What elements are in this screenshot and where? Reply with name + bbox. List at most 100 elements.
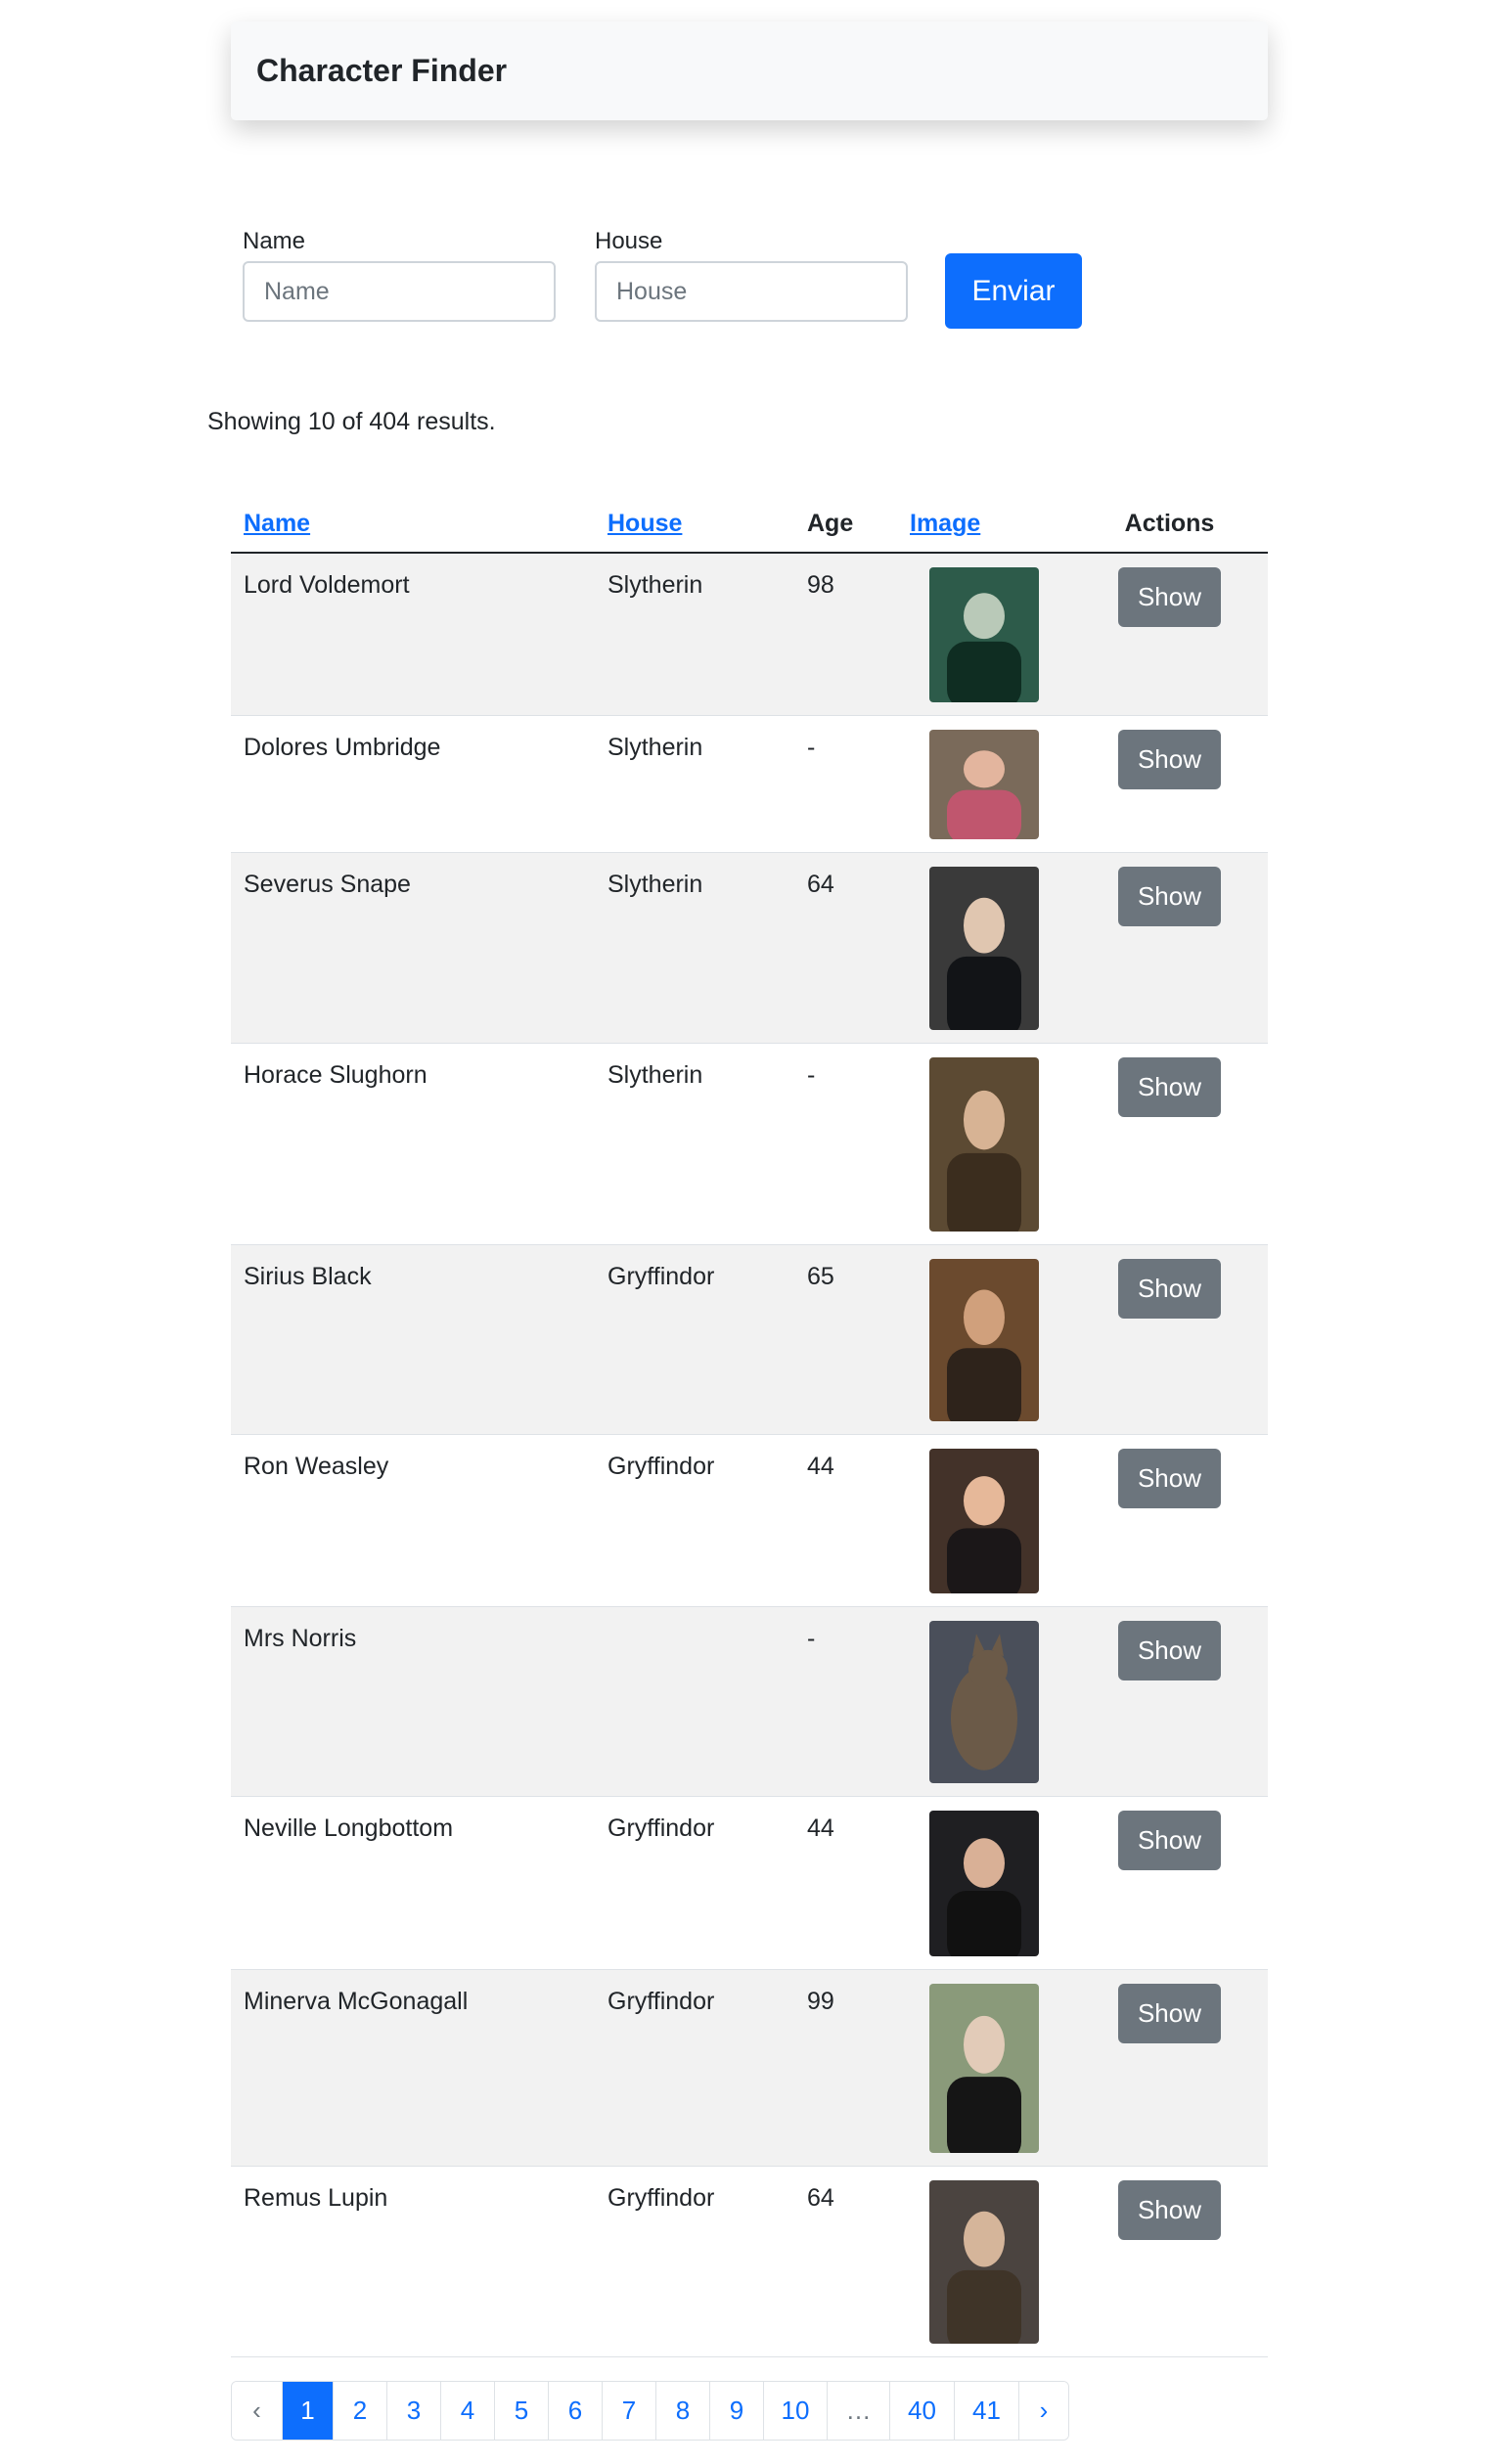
image-cell <box>897 1969 1071 2167</box>
page-link-40[interactable]: 40 <box>889 2382 954 2440</box>
page-link-2[interactable]: 2 <box>333 2382 386 2440</box>
character-house: Slytherin <box>595 1043 794 1245</box>
character-house: Gryffindor <box>595 2166 794 2357</box>
actions-cell: Show <box>1071 1606 1268 1797</box>
character-name: Severus Snape <box>231 852 595 1044</box>
character-portrait-icon <box>929 1810 1039 1956</box>
character-age: 44 <box>794 1796 897 1970</box>
pagination: ‹ 1 2 3 4 5 6 7 8 9 10… 40 41 › <box>231 2381 1069 2441</box>
character-name: Ron Weasley <box>231 1434 595 1607</box>
column-header-image: Image <box>897 496 1071 554</box>
actions-cell: Show <box>1071 1043 1268 1245</box>
table-row: Sirius Black Gryffindor 65 Show <box>231 1244 1268 1435</box>
character-age: 64 <box>794 852 897 1044</box>
character-portrait-icon <box>929 1056 1039 1232</box>
column-header-name: Name <box>231 496 595 554</box>
actions-cell: Show <box>1071 1969 1268 2167</box>
character-name: Sirius Black <box>231 1244 595 1435</box>
character-age: 65 <box>794 1244 897 1435</box>
image-cell <box>897 1606 1071 1797</box>
actions-cell: Show <box>1071 2166 1268 2357</box>
show-button[interactable]: Show <box>1118 1056 1221 1117</box>
character-portrait-icon <box>929 2179 1039 2344</box>
table-row: Lord Voldemort Slytherin 98 Show <box>231 553 1268 716</box>
submit-button[interactable]: Enviar <box>945 253 1082 329</box>
navbar: Character Finder <box>231 22 1268 120</box>
actions-cell: Show <box>1071 1796 1268 1970</box>
sort-by-image-link[interactable]: Image <box>910 510 980 537</box>
table-header-row: Name House Age Image Actions <box>231 496 1268 554</box>
name-field-label: Name <box>243 228 306 254</box>
character-age: 44 <box>794 1434 897 1607</box>
table-row: Neville Longbottom Gryffindor 44 Show <box>231 1796 1268 1970</box>
character-name: Neville Longbottom <box>231 1796 595 1970</box>
next-page-button[interactable]: › <box>1018 2382 1068 2440</box>
show-button[interactable]: Show <box>1118 729 1221 789</box>
page-link-1[interactable]: 1 <box>282 2382 333 2440</box>
navbar-brand[interactable]: Character Finder <box>256 53 507 89</box>
show-button[interactable]: Show <box>1118 567 1221 627</box>
character-house <box>595 1606 794 1797</box>
character-house: Gryffindor <box>595 1796 794 1970</box>
image-cell <box>897 553 1071 716</box>
page-link-10[interactable]: 10 <box>763 2382 827 2440</box>
page-ellipsis: … <box>827 2382 889 2440</box>
character-name: Minerva McGonagall <box>231 1969 595 2167</box>
character-name: Mrs Norris <box>231 1606 595 1797</box>
character-portrait-icon <box>929 1448 1039 1593</box>
page-link-4[interactable]: 4 <box>440 2382 494 2440</box>
house-field-group: House <box>595 228 908 322</box>
show-button[interactable]: Show <box>1118 1620 1221 1680</box>
show-button[interactable]: Show <box>1118 1810 1221 1870</box>
character-age: - <box>794 1043 897 1245</box>
image-cell <box>897 715 1071 853</box>
sort-by-house-link[interactable]: House <box>608 510 682 537</box>
character-name: Dolores Umbridge <box>231 715 595 853</box>
table-row: Remus Lupin Gryffindor 64 Show <box>231 2166 1268 2357</box>
page-link-8[interactable]: 8 <box>655 2382 709 2440</box>
show-button[interactable]: Show <box>1118 2179 1221 2240</box>
image-cell <box>897 1434 1071 1607</box>
character-portrait-icon <box>929 1983 1039 2153</box>
house-input[interactable] <box>595 261 908 322</box>
character-portrait-icon <box>929 729 1039 839</box>
house-field-label: House <box>595 228 663 254</box>
character-portrait-icon <box>929 866 1039 1030</box>
image-cell <box>897 1244 1071 1435</box>
name-input[interactable] <box>243 261 556 322</box>
actions-cell: Show <box>1071 1244 1268 1435</box>
character-portrait-icon <box>929 1258 1039 1421</box>
character-house: Slytherin <box>595 852 794 1044</box>
page-link-6[interactable]: 6 <box>548 2382 602 2440</box>
actions-cell: Show <box>1071 852 1268 1044</box>
table-row: Dolores Umbridge Slytherin - Show <box>231 715 1268 853</box>
character-house: Slytherin <box>595 715 794 853</box>
page-link-9[interactable]: 9 <box>709 2382 763 2440</box>
character-name: Remus Lupin <box>231 2166 595 2357</box>
characters-table: Name House Age Image Actions Lord Voldem… <box>231 496 1268 2357</box>
name-field-group: Name <box>243 228 556 322</box>
table-row: Horace Slughorn Slytherin - Show <box>231 1043 1268 1245</box>
character-name: Horace Slughorn <box>231 1043 595 1245</box>
show-button[interactable]: Show <box>1118 1983 1221 2043</box>
cat-portrait-icon <box>929 1620 1039 1783</box>
table-row: Ron Weasley Gryffindor 44 Show <box>231 1434 1268 1607</box>
sort-by-name-link[interactable]: Name <box>244 510 310 537</box>
show-button[interactable]: Show <box>1118 1258 1221 1319</box>
page-link-41[interactable]: 41 <box>954 2382 1018 2440</box>
character-age: - <box>794 715 897 853</box>
character-age: - <box>794 1606 897 1797</box>
actions-cell: Show <box>1071 1434 1268 1607</box>
previous-page-button[interactable]: ‹ <box>232 2382 282 2440</box>
actions-cell: Show <box>1071 553 1268 716</box>
page-link-7[interactable]: 7 <box>602 2382 655 2440</box>
page-link-3[interactable]: 3 <box>386 2382 440 2440</box>
actions-cell: Show <box>1071 715 1268 853</box>
character-age: 99 <box>794 1969 897 2167</box>
show-button[interactable]: Show <box>1118 866 1221 926</box>
image-cell <box>897 852 1071 1044</box>
page-link-5[interactable]: 5 <box>494 2382 548 2440</box>
column-header-house: House <box>595 496 794 554</box>
show-button[interactable]: Show <box>1118 1448 1221 1508</box>
character-age: 64 <box>794 2166 897 2357</box>
